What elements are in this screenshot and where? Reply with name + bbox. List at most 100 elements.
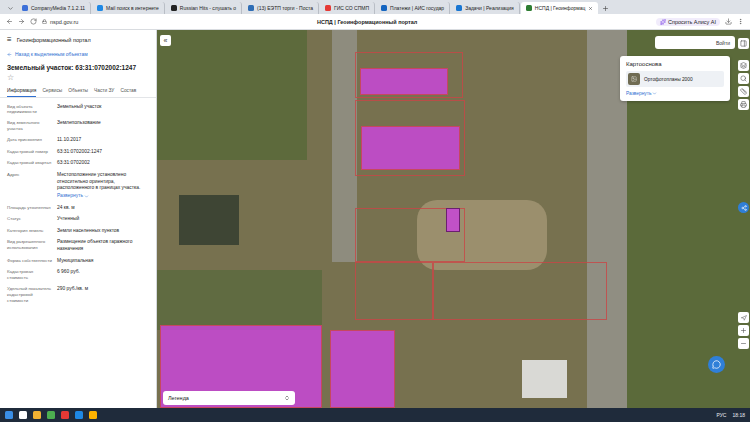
field-value: 290 руб./кв. м <box>57 286 149 304</box>
taskbar-app-icon[interactable] <box>47 411 55 419</box>
field-value: Землепользование <box>57 120 149 132</box>
taskbar: РУС 18:18 <box>0 408 750 422</box>
parcel[interactable] <box>330 330 395 408</box>
field-row: СтатусУчтенный <box>0 214 156 226</box>
taskbar-app-icon[interactable] <box>33 411 41 419</box>
language-indicator[interactable]: РУС <box>716 412 726 418</box>
updown-icon <box>284 395 290 401</box>
forward-icon[interactable] <box>18 18 25 25</box>
search-icon <box>740 75 747 82</box>
object-tab[interactable]: Объекты <box>68 86 88 97</box>
favicon-icon <box>97 5 103 11</box>
layers-button[interactable] <box>738 60 749 71</box>
browser-tab[interactable]: (13) ЕЭТП торги - Поста <box>243 2 319 14</box>
clock[interactable]: 18:18 <box>732 412 745 418</box>
menu-icon[interactable] <box>737 18 744 25</box>
browser-tab[interactable]: Платежи | АИС государ <box>376 2 450 14</box>
browser-tab[interactable]: НСПД | Геоинформац <box>521 2 599 14</box>
search-button[interactable] <box>738 73 749 84</box>
field-label: Удельный показатель кадастровой стоимост… <box>7 286 53 304</box>
map-zoom <box>738 312 749 349</box>
field-value: Земельный участок <box>57 104 149 116</box>
zoom-in-button[interactable] <box>738 325 749 336</box>
object-title: Земельный участок: 63:31:0702002:1247 <box>0 57 156 71</box>
taskbar-app-icon[interactable] <box>19 411 27 419</box>
share-icon <box>741 205 747 211</box>
favicon-icon <box>526 5 532 11</box>
browser-tab[interactable]: CompanyMedia 7.1.2.11 <box>17 2 91 14</box>
chat-button[interactable] <box>708 356 725 373</box>
chevron-icon <box>652 91 657 96</box>
object-tab[interactable]: Информация <box>7 86 36 97</box>
favicon-icon <box>248 5 254 11</box>
download-icon[interactable] <box>725 18 732 25</box>
field-value: Учтенный <box>57 216 149 223</box>
field-row: Категория земель Земли населенных пунктов <box>0 225 156 237</box>
parcel[interactable] <box>433 262 607 320</box>
close-icon[interactable] <box>588 6 593 11</box>
share-button[interactable] <box>738 202 749 213</box>
expand-link[interactable]: Развернуть <box>626 91 724 96</box>
taskbar-app-icon[interactable] <box>89 411 97 419</box>
field-row: Кадастровый квартал63:31:0702002 <box>0 158 156 170</box>
browser-tab[interactable]: Задачи | Реализация <box>451 2 520 14</box>
browser-tab[interactable]: Russian Hits - слушать о <box>166 2 242 14</box>
field-label: Кадастровая стоимость <box>7 269 53 281</box>
expand-link[interactable]: Развернуть <box>57 193 89 200</box>
parcel[interactable] <box>361 126 460 170</box>
map-terrain <box>179 195 239 245</box>
back-icon[interactable] <box>6 18 13 25</box>
minus-icon <box>740 340 747 347</box>
ruler-button[interactable] <box>738 86 749 97</box>
tab-search-button[interactable] <box>4 2 16 14</box>
field-row: АдресМестоположение установлено относите… <box>0 170 156 202</box>
field-row: Удельный показатель кадастровой стоимост… <box>0 284 156 307</box>
parcel[interactable] <box>446 208 460 232</box>
map-toolbar <box>738 38 749 49</box>
tab-strip: CompanyMedia 7.1.2.11Mail поиск в интерн… <box>0 0 750 14</box>
info-sidebar: ≡Геоинформационный порталНазад к выделен… <box>0 30 157 408</box>
page-title: НСПД | Геоинформационный портал <box>83 19 651 25</box>
legend-dropdown[interactable]: Легенда <box>163 391 295 405</box>
collapse-button[interactable]: « <box>160 35 171 46</box>
favorite-button[interactable]: ☆ <box>0 71 156 82</box>
map[interactable]: «ВойтиКартоосноваОртофотопланы 2000Разве… <box>157 30 750 408</box>
locate-button[interactable] <box>738 312 749 323</box>
field-label: Вид земельного участка <box>7 120 53 132</box>
screen: CompanyMedia 7.1.2.11Mail поиск в интерн… <box>0 0 750 422</box>
field-row: Кадастровый номер63:31:0702002:1247 <box>0 146 156 158</box>
parcel[interactable] <box>360 68 448 95</box>
browser-tab[interactable]: Mail поиск в интернете <box>92 2 165 14</box>
alice-button[interactable]: Спросить Алису AI <box>656 18 720 26</box>
taskbar-app-icon[interactable] <box>75 411 83 419</box>
basemap-layer[interactable]: Ортофотопланы 2000 <box>626 71 724 87</box>
address-bar[interactable]: nspd.gov.ru <box>42 19 78 25</box>
taskbar-app-icon[interactable] <box>5 411 13 419</box>
layers-icon <box>740 62 747 69</box>
field-value: Земли населенных пунктов <box>57 228 149 235</box>
login-button[interactable]: Войти <box>655 36 735 49</box>
object-tab[interactable]: Сервисы <box>42 86 62 97</box>
printer-icon <box>740 101 747 108</box>
reload-icon[interactable] <box>30 18 37 25</box>
back-link[interactable]: Назад к выделенным объектам <box>0 45 156 57</box>
object-tabs: Информация Сервисы Объекты Части ЗУ Состав <box>0 82 156 98</box>
map-terrain <box>417 200 547 270</box>
menu-button[interactable]: ≡ <box>7 36 12 44</box>
new-tab-button[interactable] <box>599 2 611 14</box>
parcel[interactable] <box>355 262 433 320</box>
zoom-out-button[interactable] <box>738 338 749 349</box>
field-row: Дата присвоения11.10.2017 <box>0 135 156 147</box>
taskbar-app-icon[interactable] <box>61 411 69 419</box>
field-value: 24 кв. м <box>57 205 149 212</box>
object-tab[interactable]: Части ЗУ <box>94 86 114 97</box>
object-tab[interactable]: Состав <box>120 86 136 97</box>
field-label: Категория земель <box>7 228 53 235</box>
print-button[interactable] <box>738 99 749 110</box>
field-label: Форма собственности <box>7 258 53 265</box>
field-row: Вид разрешенного использованияРазмещение… <box>0 237 156 255</box>
panel-button[interactable] <box>738 38 749 49</box>
browser-tab[interactable]: ГИС СО СПМП <box>320 2 375 14</box>
plus-icon <box>740 327 747 334</box>
favicon-icon <box>22 5 28 11</box>
